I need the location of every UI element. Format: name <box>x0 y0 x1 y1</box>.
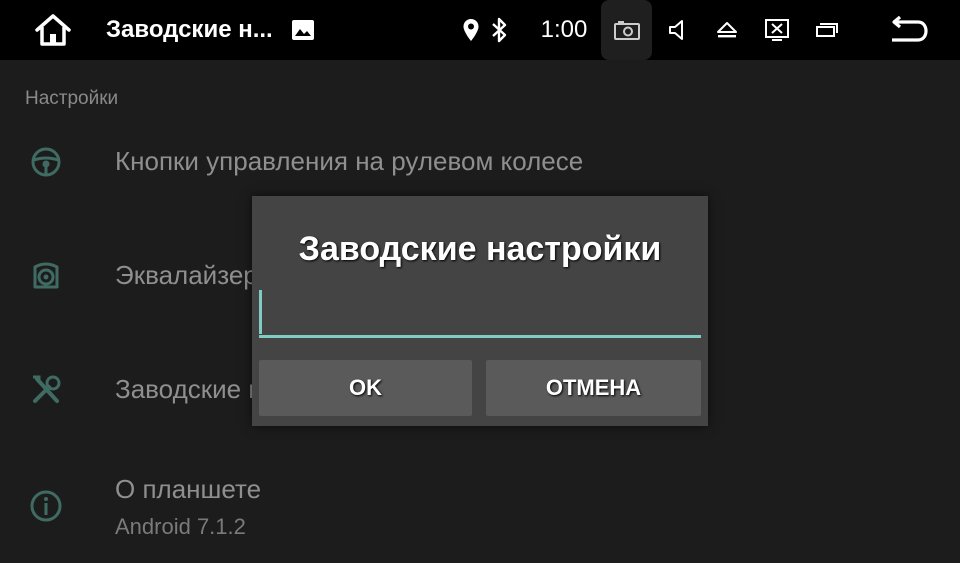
app-title: Заводские н... <box>106 16 273 43</box>
bluetooth-icon <box>486 0 512 60</box>
screen: Заводские н... 1:00 Настройки Кнопки упр… <box>0 0 960 563</box>
back-button[interactable] <box>880 0 936 60</box>
settings-item-label: Эквалайзер <box>115 260 258 290</box>
ok-button[interactable]: OK <box>259 360 472 416</box>
settings-item-label: О планшете <box>115 474 262 504</box>
info-icon <box>26 486 66 526</box>
screenshot-button[interactable] <box>601 0 652 60</box>
screenshot-icon <box>613 21 640 40</box>
text-caret <box>259 290 262 334</box>
close-app-icon <box>765 19 789 41</box>
password-input[interactable] <box>259 284 701 338</box>
home-icon <box>35 14 71 46</box>
dialog-title: Заводские настройки <box>298 230 662 268</box>
equalizer-icon <box>26 256 66 296</box>
status-bar: Заводские н... 1:00 <box>0 0 960 60</box>
volume-button[interactable] <box>660 0 694 60</box>
recent-apps-icon <box>816 23 838 37</box>
location-icon <box>458 0 484 60</box>
factory-settings-dialog: Заводские настройки OK ОТМЕНА <box>252 196 708 426</box>
eject-icon <box>717 22 737 38</box>
home-button[interactable] <box>26 0 80 60</box>
cancel-button[interactable]: ОТМЕНА <box>486 360 701 416</box>
volume-icon <box>669 20 683 40</box>
settings-item-label: Кнопки управления на рулевом колесе <box>115 146 584 176</box>
image-icon <box>288 0 318 60</box>
recent-apps-button[interactable] <box>810 0 844 60</box>
back-icon <box>892 16 928 42</box>
steering-wheel-icon <box>26 142 66 182</box>
eject-button[interactable] <box>710 0 744 60</box>
wrench-icon <box>26 370 66 410</box>
settings-item-sublabel: Android 7.1.2 <box>115 514 246 539</box>
clock: 1:00 <box>540 16 588 43</box>
close-app-button[interactable] <box>760 0 794 60</box>
section-header: Настройки <box>25 88 119 109</box>
